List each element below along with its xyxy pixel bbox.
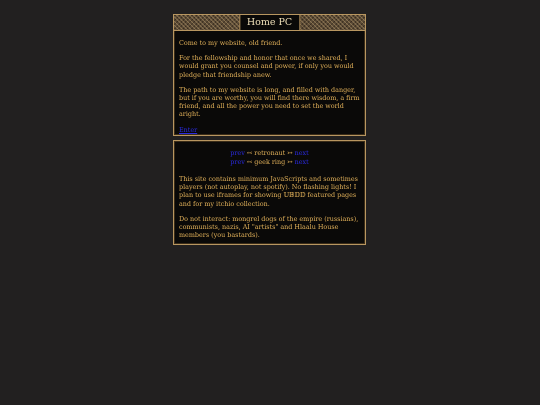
left-arrow-icon: ↢: [246, 158, 253, 166]
webring-name: geek ring: [254, 158, 286, 166]
enter-link[interactable]: Enter: [179, 126, 197, 134]
webring-geek-ring: prev ↢ geek ring ↣ next: [179, 158, 360, 167]
right-arrow-icon: ↣: [287, 149, 293, 157]
page-title: Home PC: [238, 15, 301, 30]
webring-retronaut: prev ↢ retronaut ↣ next: [179, 149, 360, 158]
welcome-content: Come to my website, old friend. For the …: [174, 31, 365, 134]
welcome-panel: Home PC Come to my website, old friend. …: [173, 14, 366, 136]
info-content: prev ↢ retronaut ↣ next prev ↢ geek ring…: [174, 141, 365, 239]
left-arrow-icon: ↢: [246, 149, 253, 157]
welcome-paragraph: Come to my website, old friend.: [179, 39, 283, 47]
info-panel: prev ↢ retronaut ↣ next prev ↢ geek ring…: [173, 140, 366, 245]
webring-name: retronaut: [254, 149, 286, 157]
geek-ring-prev-link[interactable]: prev: [230, 158, 245, 166]
retronaut-next-link[interactable]: next: [295, 149, 309, 157]
welcome-paragraph: The path to my website is long, and fill…: [179, 85, 360, 119]
webring-list: prev ↢ retronaut ↣ next prev ↢ geek ring…: [179, 149, 360, 167]
geek-ring-next-link[interactable]: next: [295, 158, 309, 166]
retronaut-prev-link[interactable]: prev: [230, 149, 245, 157]
right-arrow-icon: ↣: [287, 158, 293, 166]
welcome-titlebar: Home PC: [174, 15, 365, 31]
welcome-paragraph: For the fellowship and honor that once w…: [179, 54, 354, 79]
do-not-interact-notice: Do not interact: mongrel dogs of the emp…: [179, 214, 359, 240]
site-notice: This site contains minimum JavaScripts a…: [179, 175, 358, 208]
